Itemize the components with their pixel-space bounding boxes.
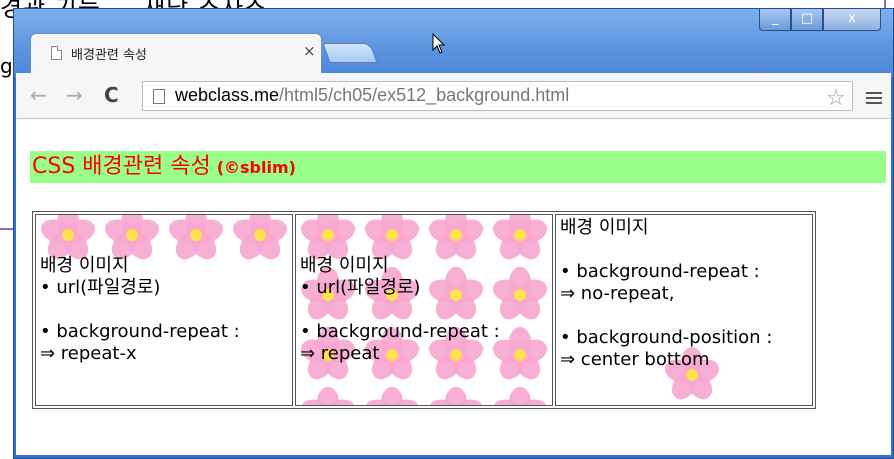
title-bar: _ □ x 배경관련 속성 ×	[14, 9, 893, 77]
flower-image	[364, 387, 420, 405]
cell-line: ⇒ center bottom	[560, 349, 710, 370]
url-host: webclass.me	[175, 85, 280, 105]
background-slide-line	[0, 228, 14, 230]
demo-cell-no-repeat: 배경 이미지 • background-repeat : ⇒ no-repeat…	[555, 214, 813, 406]
cell-line: • background-repeat :	[560, 261, 760, 282]
cell-line: 배경 이미지	[560, 217, 649, 238]
page-icon	[153, 89, 165, 104]
cell-text: 배경 이미지 • url(파일경로) • background-repeat :…	[40, 255, 288, 365]
cell-text: 배경 이미지 • url(파일경로) • background-repeat :…	[300, 255, 548, 365]
address-bar[interactable]: webclass.me/html5/ch05/ex512_background.…	[142, 81, 853, 111]
flower-image	[300, 387, 356, 405]
new-tab-button[interactable]	[322, 43, 378, 63]
tab-close-icon[interactable]: ×	[303, 42, 316, 60]
cell-line: 배경 이미지	[300, 255, 389, 276]
cell-line: • background-repeat :	[40, 321, 240, 342]
browser-toolbar: ← → C webclass.me/html5/ch05/ex512_backg…	[16, 73, 891, 119]
tab-title: 배경관련 속성	[71, 48, 147, 63]
heading-author: (©sblim)	[216, 158, 296, 177]
minimize-button[interactable]: _	[759, 9, 791, 31]
demo-cell-repeat-x: 배경 이미지 • url(파일경로) • background-repeat :…	[35, 214, 293, 406]
background-slide-fragment: g	[0, 54, 13, 78]
page-heading: CSS 배경관련 속성 (©sblim)	[30, 151, 886, 183]
tab-active[interactable]: 배경관련 속성 ×	[30, 33, 322, 73]
heading-title: CSS 배경관련 속성	[32, 154, 211, 179]
cell-line: 배경 이미지	[40, 255, 129, 276]
cell-line: ⇒ repeat	[300, 343, 380, 364]
cell-line: • background-position :	[560, 327, 773, 348]
background-demo-table: 배경 이미지 • url(파일경로) • background-repeat :…	[32, 211, 816, 409]
reload-icon[interactable]: C	[104, 83, 119, 107]
close-window-button[interactable]: x	[823, 9, 881, 31]
cell-line: • background-repeat :	[300, 321, 500, 342]
back-icon[interactable]: ←	[30, 83, 47, 107]
browser-window: _ □ x 배경관련 속성 × ← → C webclass.me/html5/…	[13, 8, 894, 459]
cell-line: ⇒ repeat-x	[40, 343, 137, 364]
cell-text: 배경 이미지 • background-repeat : ⇒ no-repeat…	[560, 217, 808, 371]
mouse-cursor-icon	[432, 33, 446, 54]
cell-line: • url(파일경로)	[40, 277, 161, 298]
cell-line: ⇒ no-repeat,	[560, 283, 675, 304]
flower-image	[492, 387, 548, 405]
bookmark-star-icon[interactable]: ☆	[826, 86, 846, 111]
forward-icon[interactable]: →	[66, 83, 83, 107]
page-viewport: CSS 배경관련 속성 (©sblim) 배경 이미지 • url(파일경로)	[16, 119, 891, 455]
maximize-button[interactable]: □	[791, 9, 823, 31]
flower-image	[428, 387, 484, 405]
url-text[interactable]: webclass.me/html5/ch05/ex512_background.…	[175, 85, 569, 106]
demo-cell-repeat: 배경 이미지 • url(파일경로) • background-repeat :…	[295, 214, 553, 406]
cell-line: • url(파일경로)	[300, 277, 421, 298]
page-icon	[51, 46, 62, 60]
menu-icon[interactable]	[866, 92, 882, 104]
url-path: /html5/ch05/ex512_background.html	[279, 85, 570, 105]
